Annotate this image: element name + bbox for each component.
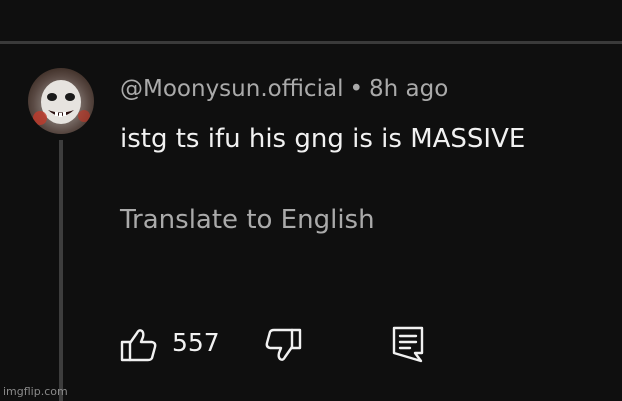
thumbs-down-icon[interactable] <box>262 327 302 363</box>
avatar-image <box>28 68 94 134</box>
like-count: 557 <box>172 328 220 357</box>
comment-timestamp[interactable]: 8h ago <box>369 76 448 102</box>
avatar[interactable] <box>28 68 94 134</box>
watermark: imgflip.com <box>3 385 68 398</box>
translate-button[interactable]: Translate to English <box>120 205 375 235</box>
author-handle[interactable]: @Moonysun.official <box>120 76 343 102</box>
comment-header: @Moonysun.official • 8h ago <box>120 76 448 102</box>
top-divider <box>0 41 622 44</box>
comment-text: istg ts ifu his gng is is MASSIVE <box>120 124 526 154</box>
thread-line <box>59 140 63 401</box>
reply-comment-icon[interactable] <box>390 325 426 365</box>
thumbs-up-icon[interactable] <box>120 327 160 363</box>
header-separator: • <box>349 76 364 102</box>
